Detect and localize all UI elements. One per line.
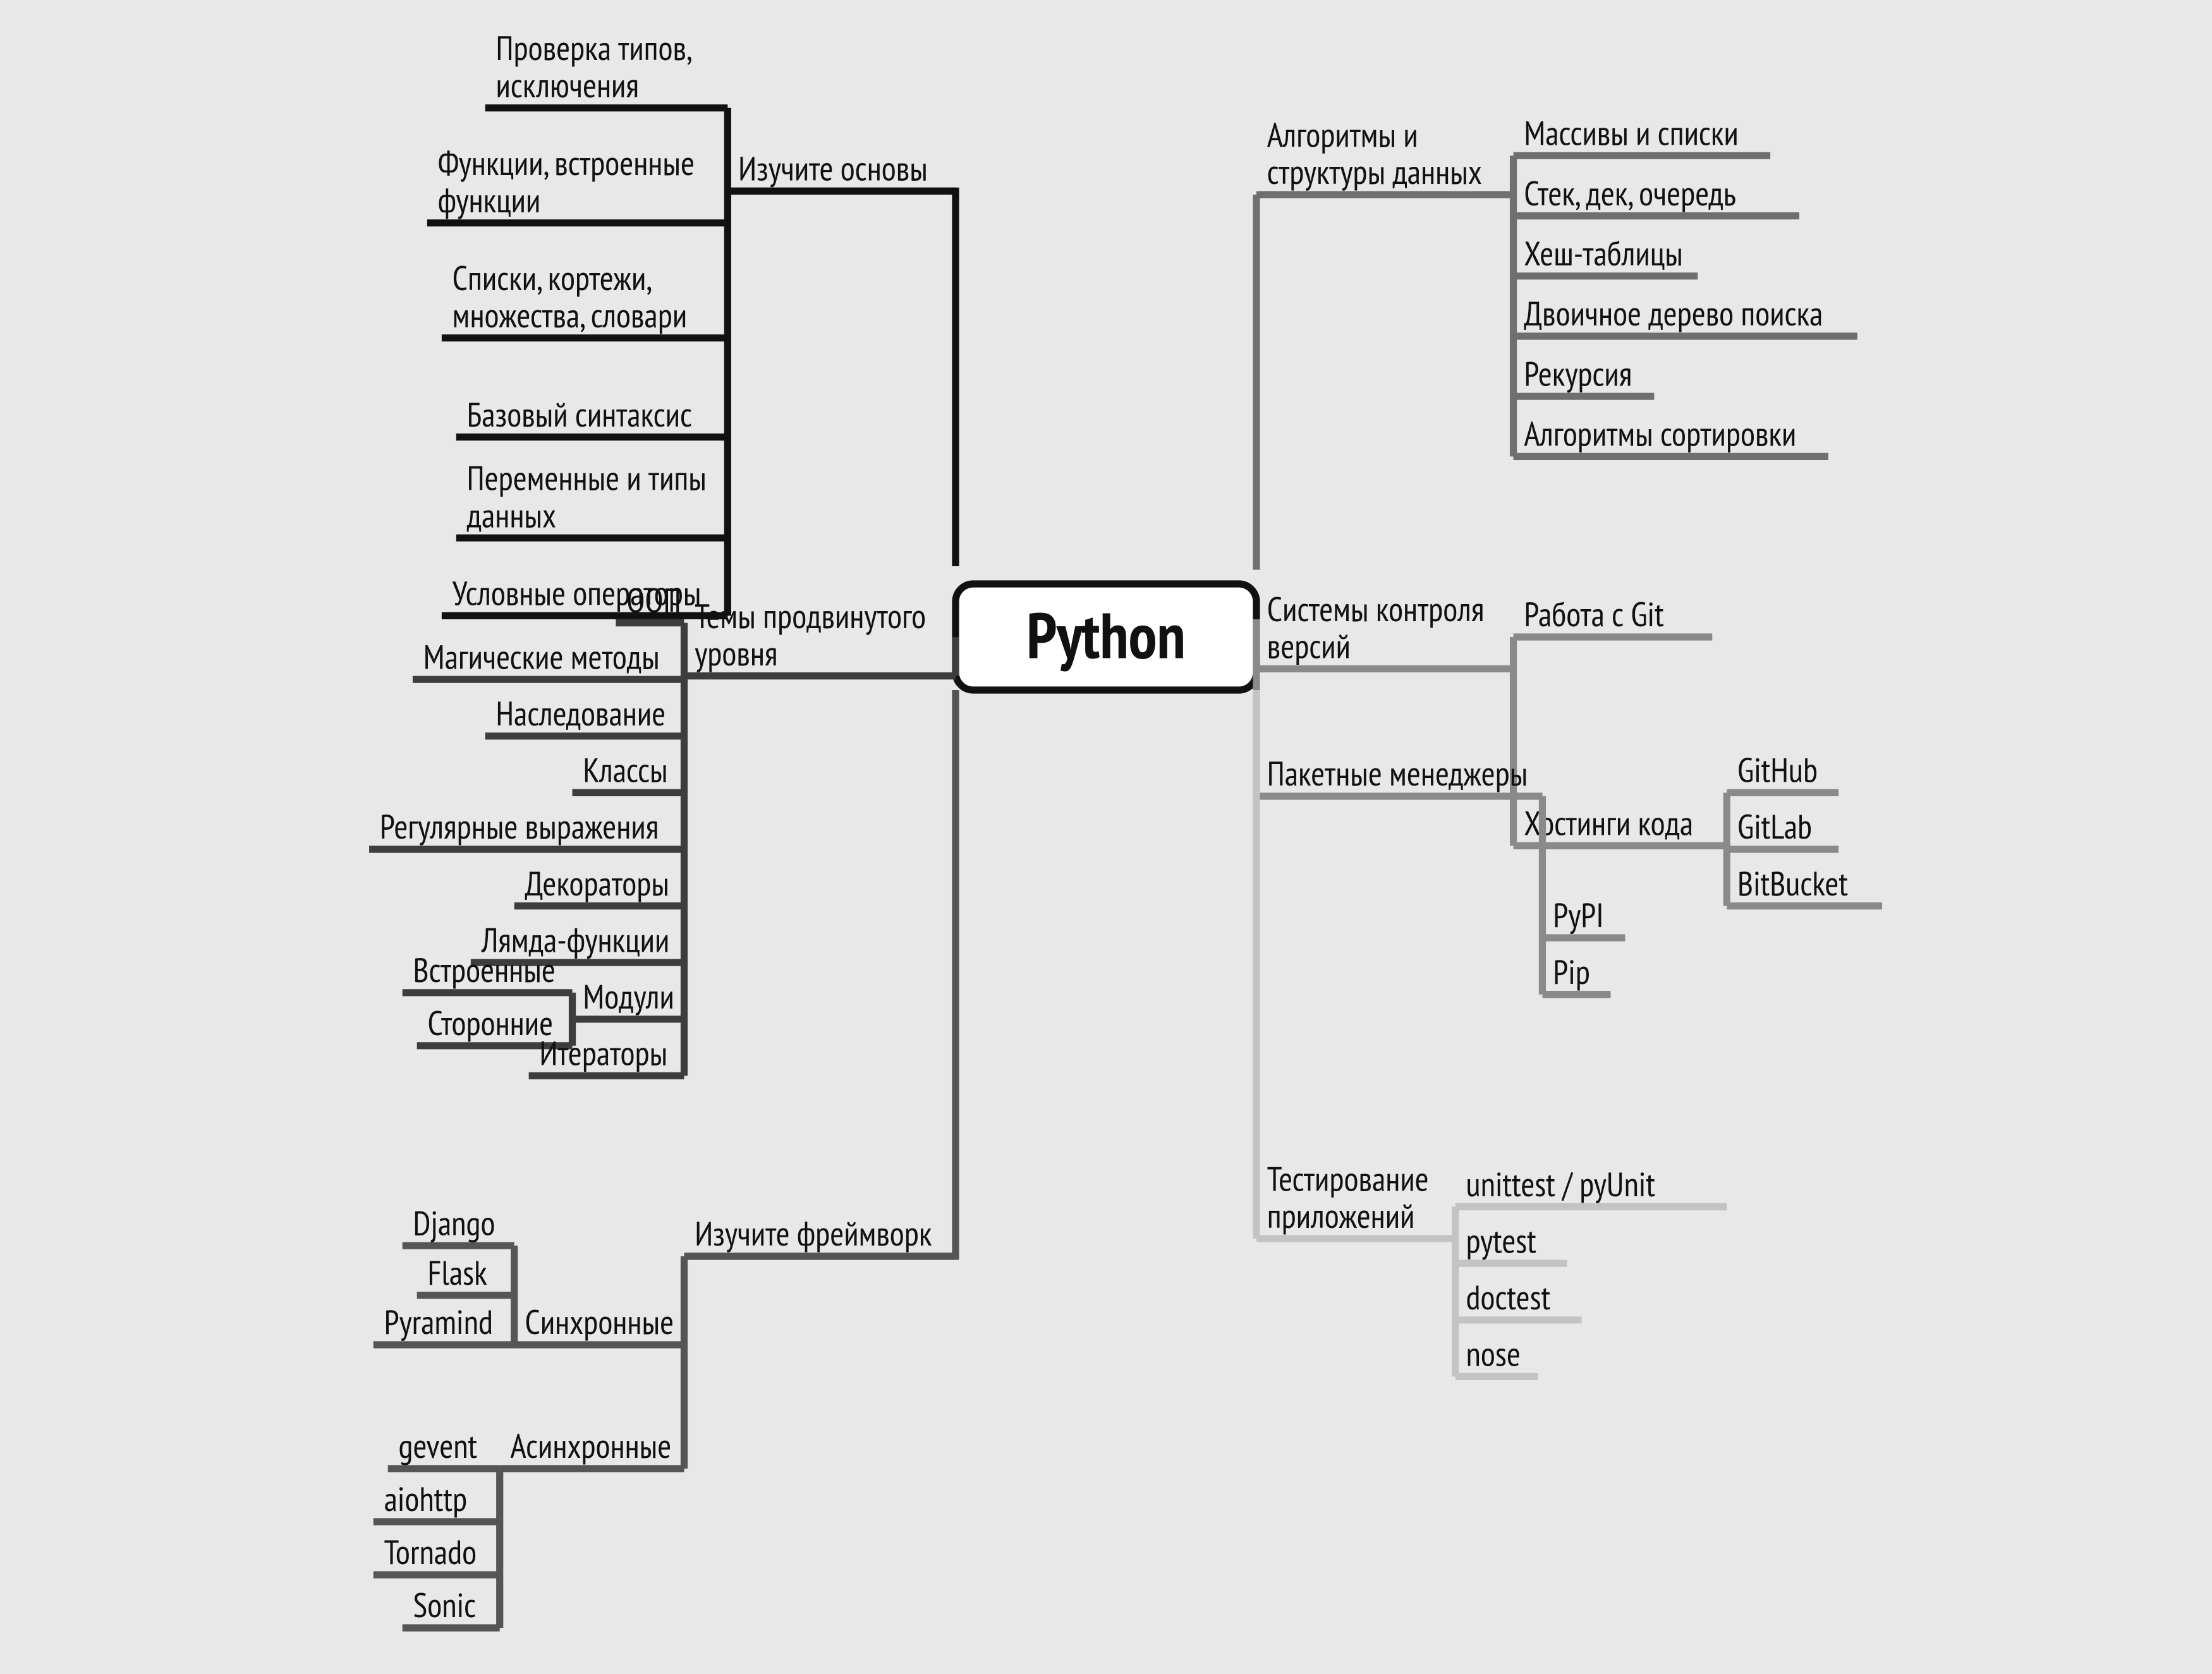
branch-label: Изучите фреймворк	[695, 1211, 932, 1255]
leaf: doctest	[1466, 1275, 1551, 1319]
leaf: Декораторы	[525, 861, 669, 905]
leaf: Сторонние	[427, 1001, 553, 1045]
branch-label: структуры данных	[1267, 150, 1482, 193]
leaf: Итераторы	[539, 1031, 667, 1075]
leaf: Tornado	[384, 1530, 477, 1574]
leaf: Sonic	[413, 1583, 477, 1627]
leaf: исключения	[496, 63, 639, 107]
leaf: Flask	[427, 1251, 487, 1294]
leaf: Алгоритмы сортировки	[1524, 412, 1796, 456]
leaf: Работа с Git	[1524, 592, 1664, 636]
leaf: Магические методы	[423, 634, 660, 678]
leaf: данных	[467, 493, 556, 537]
leaf: Двоичное дерево поиска	[1524, 291, 1823, 335]
leaf: unittest / pyUnit	[1466, 1162, 1656, 1206]
branch-label: Изучите основы	[738, 147, 928, 190]
leaf: Pyramind	[384, 1300, 493, 1343]
leaf: Стек, дек, очередь	[1524, 171, 1735, 215]
leaf: функции	[438, 178, 541, 222]
leaf: Рекурсия	[1524, 351, 1632, 395]
mindmap-diagram: PythonИзучите основыПроверка типов,исклю…	[0, 0, 2212, 1674]
leaf: Наследование	[496, 691, 666, 735]
leaf: GitLab	[1737, 804, 1812, 848]
leaf: Классы	[583, 748, 667, 792]
leaf: ООП	[626, 578, 681, 622]
branch-label: уровня	[695, 631, 777, 675]
branch-label: версий	[1267, 624, 1351, 668]
leaf: Базовый синтаксис	[467, 392, 692, 436]
root-label: Python	[1026, 593, 1186, 676]
leaf: Django	[413, 1201, 495, 1244]
leaf: Хостинги кода	[1524, 801, 1693, 845]
leaf: Массивы и списки	[1524, 111, 1738, 155]
leaf: gevent	[399, 1424, 478, 1467]
leaf: Встроенные	[413, 948, 556, 992]
leaf: Регулярные выражения	[380, 804, 659, 848]
leaf: Хеш-таблицы	[1524, 231, 1682, 275]
branch-label: приложений	[1267, 1194, 1415, 1237]
leaf: aiohttp	[384, 1477, 468, 1520]
leaf: Модули	[583, 974, 674, 1018]
leaf: nose	[1466, 1332, 1521, 1376]
leaf: GitHub	[1737, 748, 1818, 792]
leaf: множества, словари	[453, 293, 688, 337]
leaf: PyPI	[1553, 893, 1603, 937]
leaf: pytest	[1466, 1218, 1537, 1262]
leaf: BitBucket	[1737, 861, 1848, 905]
sub-branch-label: Асинхронные	[511, 1424, 672, 1467]
leaf: Pip	[1553, 950, 1590, 993]
branch-label: Пакетные менеджеры	[1267, 751, 1528, 795]
sub-branch-label: Синхронные	[525, 1300, 674, 1343]
